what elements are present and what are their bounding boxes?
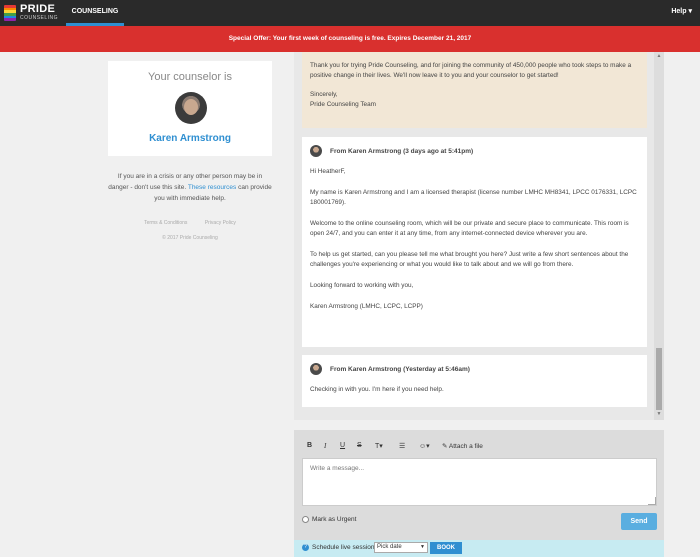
scroll-up-icon[interactable]: ▲	[655, 53, 663, 61]
text-size-dropdown[interactable]: T▾	[375, 442, 383, 450]
logo-main-text: PRIDE	[20, 3, 56, 15]
message-card: From Karen Armstrong (3 days ago at 5:41…	[302, 137, 647, 347]
crisis-notice: If you are in a crisis or any other pers…	[108, 171, 272, 204]
attach-file-button[interactable]: ✎ Attach a file	[442, 442, 483, 450]
message-from: From Karen Armstrong (Yesterday at 5:46a…	[330, 366, 470, 373]
message-paragraph: Looking forward to working with you,	[310, 282, 414, 289]
counselor-avatar	[175, 92, 207, 124]
mark-urgent-checkbox[interactable]: Mark as Urgent	[302, 516, 356, 523]
counselor-name[interactable]: Karen Armstrong	[108, 133, 272, 144]
scrollbar-thumb[interactable]	[656, 348, 662, 410]
copyright: © 2017 Pride Counseling	[162, 235, 218, 241]
chevron-down-icon: ▼	[420, 544, 425, 550]
urgent-label: Mark as Urgent	[312, 516, 357, 524]
bold-button[interactable]: B	[307, 442, 312, 449]
special-offer-banner: Special Offer: Your first week of counse…	[0, 26, 700, 52]
offer-label: Special Offer:	[228, 35, 271, 42]
message-paragraph: Welcome to the online counseling room, w…	[310, 220, 629, 237]
emoji-dropdown[interactable]: ☺▾	[419, 442, 430, 450]
message-from: From Karen Armstrong (3 days ago at 5:41…	[330, 148, 474, 155]
send-button[interactable]: Send	[621, 513, 657, 530]
welcome-signoff: Sincerely,	[310, 91, 338, 98]
help-circle-icon[interactable]: ?	[302, 544, 309, 551]
book-button[interactable]: BOOK	[430, 542, 462, 554]
message-card: From Karen Armstrong (Yesterday at 5:46a…	[302, 355, 647, 407]
welcome-team: Pride Counseling Team	[310, 101, 376, 108]
message-paragraph: My name is Karen Armstrong and I am a li…	[310, 189, 637, 206]
welcome-message: Thank you for trying Pride Counseling, a…	[302, 52, 647, 128]
rainbow-flag-icon	[4, 5, 16, 21]
crisis-resources-link[interactable]: These resources	[188, 184, 236, 191]
footer-links: Terms & Conditions Privacy Policy	[108, 220, 272, 226]
offer-text: Your first week of counseling is free. E…	[272, 35, 472, 42]
sender-avatar	[310, 145, 322, 157]
message-paragraph: Checking in with you. I'm here if you ne…	[310, 386, 444, 393]
privacy-link[interactable]: Privacy Policy	[205, 220, 236, 226]
strikethrough-button[interactable]: S	[357, 442, 362, 449]
message-paragraph: To help us get started, can you please t…	[310, 251, 629, 268]
counselor-card: Your counselor is Karen Armstrong	[108, 61, 272, 156]
underline-button[interactable]: U	[340, 442, 345, 449]
pride-logo[interactable]: PRIDE COUNSELING	[4, 3, 64, 23]
help-menu[interactable]: Help ▾	[671, 0, 692, 26]
message-paragraph: Hi HeatherF,	[310, 168, 346, 175]
schedule-label: Schedule live session	[312, 544, 375, 551]
message-header: From Karen Armstrong (Yesterday at 5:46a…	[310, 363, 639, 377]
list-icon[interactable]: ☰	[399, 442, 405, 450]
message-header: From Karen Armstrong (3 days ago at 5:41…	[310, 145, 639, 159]
message-input[interactable]: Write a message...	[302, 458, 657, 506]
date-select[interactable]: Pick date ▼	[374, 542, 428, 553]
terms-link[interactable]: Terms & Conditions	[144, 220, 187, 226]
welcome-body: Thank you for trying Pride Counseling, a…	[310, 62, 632, 79]
urgent-checkbox-icon[interactable]	[302, 516, 309, 523]
sender-avatar	[310, 363, 322, 375]
logo-sub-text: COUNSELING	[20, 15, 59, 21]
editor-toolbar: B I U S T▾ ☰ ☺▾ ✎ Attach a file	[302, 440, 657, 456]
resize-handle-icon[interactable]	[648, 497, 656, 505]
scroll-down-icon[interactable]: ▼	[655, 411, 663, 419]
italic-button[interactable]: I	[324, 442, 326, 450]
counselor-heading: Your counselor is	[148, 71, 232, 83]
date-select-value: Pick date	[377, 544, 402, 550]
message-paragraph: Karen Armstrong (LMHC, LCPC, LCPP)	[310, 303, 423, 310]
